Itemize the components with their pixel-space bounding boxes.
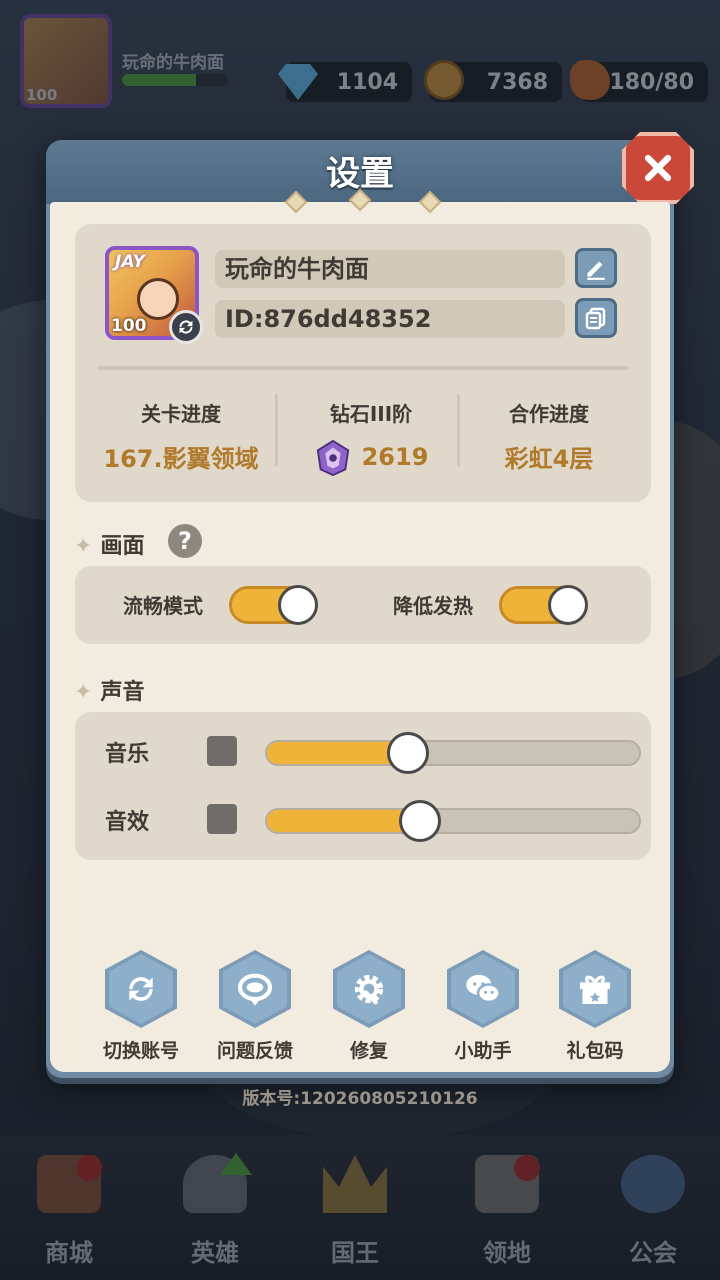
music-mute-checkbox[interactable] [207,736,237,766]
player-name-field: 玩命的牛肉面 [215,250,565,288]
stat-rank: 钻石III阶 2619 [281,398,461,477]
graphics-section-title: ✦ 画面 [74,534,145,559]
stat-label: 合作进度 [509,402,589,426]
hex-button-bg [559,950,631,1028]
refresh-icon [129,977,153,1001]
stat-coop-progress: 合作进度 彩虹4层 [459,398,639,474]
music-label: 音乐 [105,742,150,767]
hex-button-bg [105,950,177,1028]
stat-value: 167.影翼领域 [103,445,259,473]
rank-badge-icon [316,439,349,477]
avatar-face [137,278,179,320]
sfx-mute-checkbox[interactable] [207,804,237,834]
action-label: 小助手 [454,1040,512,1062]
graphics-help-button[interactable]: ? [168,524,202,558]
stat-value: 彩虹4层 [504,445,594,473]
close-button[interactable] [622,132,694,204]
hex-button-bg [447,950,519,1028]
help-icon: ? [178,527,192,555]
stat-label: 关卡进度 [141,402,221,426]
hex-button-bg [333,950,405,1028]
toggle-knob [548,585,588,625]
sfx-slider[interactable] [265,800,641,842]
slider-fill [267,810,420,832]
action-label: 礼包码 [566,1040,624,1062]
edit-name-button[interactable] [575,248,617,288]
action-label: 问题反馈 [216,1040,293,1062]
sfx-label: 音效 [105,810,150,835]
player-level: 100 [111,316,147,336]
toggle-knob [278,585,318,625]
music-slider[interactable] [265,732,641,774]
copy-id-button[interactable] [575,298,617,338]
stat-stage-progress: 关卡进度 167.影翼领域 [91,398,271,474]
repair-button[interactable]: 修复 [314,950,424,1063]
smooth-mode-label: 流畅模式 [123,594,203,618]
divider [97,366,629,370]
gift-icon [580,975,610,1004]
action-label: 切换账号 [102,1040,179,1062]
version-text: 版本号:120260805210126 [242,1089,478,1109]
slider-knob[interactable] [387,732,430,774]
settings-dialog: 设置 JAY 100 玩命的牛肉面 ID:876dd48352 关卡进度 167… [46,132,694,1109]
dialog-title: 设置 [326,154,394,194]
pencil-icon [587,261,605,280]
feedback-icon [237,973,273,1006]
swap-icon [179,320,193,334]
stat-separator [275,394,278,466]
dialog-body: JAY 100 玩命的牛肉面 ID:876dd48352 关卡进度 167.影翼… [50,188,670,1109]
reduce-heat-toggle[interactable] [499,585,588,625]
assistant-button[interactable]: 小助手 [428,950,538,1063]
gear-wrench-icon [354,974,384,1005]
reduce-heat-label: 降低发热 [393,594,473,618]
sparkle-icon: ✦ [74,534,93,559]
close-icon [644,154,672,182]
sound-section-title: ✦ 声音 [74,680,145,705]
hex-button-bg [219,950,291,1028]
feedback-button[interactable]: 问题反馈 [200,950,310,1063]
profile-card: JAY 100 玩命的牛肉面 ID:876dd48352 关卡进度 167.影翼… [75,224,651,502]
sparkle-icon: ✦ [74,680,93,705]
graphics-panel: 流畅模式 降低发热 [75,566,651,644]
action-label: 修复 [349,1040,388,1062]
copy-icon [585,307,606,330]
change-avatar-button[interactable] [169,310,203,344]
smooth-mode-toggle[interactable] [229,585,318,625]
player-id-field: ID:876dd48352 [215,300,565,338]
slider-knob[interactable] [398,800,441,842]
stat-label: 钻石III阶 [329,402,413,426]
stat-rank-value: 2619 [281,439,461,477]
avatar-brand-text: JAY [115,252,145,272]
switch-account-button[interactable]: 切换账号 [86,950,196,1063]
gift-code-button[interactable]: 礼包码 [540,950,650,1063]
sound-panel: 音乐 音效 [75,712,651,860]
wechat-icon [466,974,501,1004]
rank-points: 2619 [361,443,429,471]
